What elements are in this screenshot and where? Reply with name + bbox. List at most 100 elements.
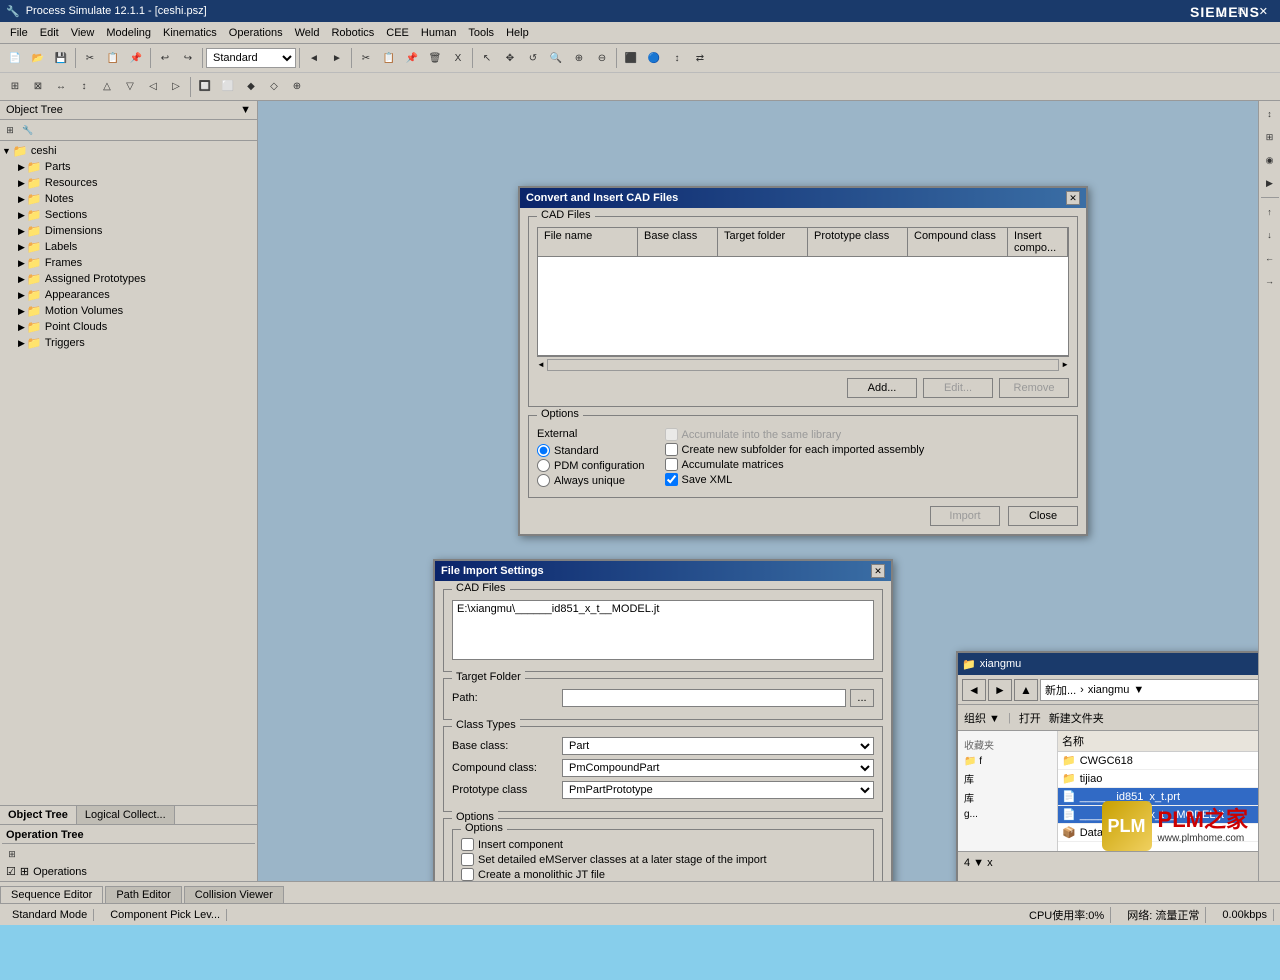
tree-item-notes[interactable]: ▶ 📁 Notes [2, 191, 255, 207]
tree-item-frames[interactable]: ▶ 📁 Frames [2, 255, 255, 271]
rtb-btn2[interactable]: ⊞ [1259, 126, 1280, 148]
radio-pdm[interactable]: PDM configuration [537, 459, 645, 472]
menu-cee[interactable]: CEE [380, 25, 415, 41]
fis-compound-select[interactable]: PmCompoundPart [562, 759, 874, 777]
op-tree-item-operations[interactable]: ☑ ⊞ Operations [2, 864, 255, 879]
menu-help[interactable]: Help [500, 25, 535, 41]
fb-new-folder-btn[interactable]: 新建文件夹 [1049, 710, 1104, 726]
tb-btn-a1[interactable]: ◄ [303, 47, 325, 69]
tb2-btn10[interactable]: ⬜ [217, 76, 239, 98]
rtb-btn1[interactable]: ↕ [1259, 103, 1280, 125]
menu-operations[interactable]: Operations [223, 25, 289, 41]
fb-breadcrumb-arrow[interactable]: ▼ [1133, 684, 1144, 696]
standard-dropdown[interactable]: Standard [206, 48, 296, 68]
tab-logical[interactable]: Logical Collect... [77, 806, 175, 824]
tb2-btn6[interactable]: ▽ [119, 76, 141, 98]
fb-open-btn[interactable]: 打开 [1019, 710, 1041, 726]
tb-zoom-in[interactable]: ⊕ [568, 47, 590, 69]
radio-standard[interactable]: Standard [537, 444, 645, 457]
tb-cut[interactable]: ✂ [79, 47, 101, 69]
tb-btn-b1[interactable]: ✂ [355, 47, 377, 69]
fb-forward-btn[interactable]: ► [988, 679, 1012, 701]
rtb-btn6[interactable]: ↓ [1259, 224, 1280, 246]
tree-item-resources[interactable]: ▶ 📁 Resources [2, 175, 255, 191]
chk-accumulate-matrices[interactable]: Accumulate matrices [665, 458, 925, 471]
tb-rotate[interactable]: ↺ [522, 47, 544, 69]
import-button[interactable]: Import [930, 506, 1000, 526]
rtb-btn8[interactable]: → [1259, 270, 1280, 292]
tb-btn-a2[interactable]: ► [326, 47, 348, 69]
triggers-expand[interactable]: ▶ [18, 338, 25, 349]
chk-new-subfolder[interactable]: Create new subfolder for each imported a… [665, 443, 925, 456]
tree-item-sections[interactable]: ▶ 📁 Sections [2, 207, 255, 223]
tb2-btn8[interactable]: ▷ [165, 76, 187, 98]
radio-unique-input[interactable] [537, 474, 550, 487]
proto-expand[interactable]: ▶ [18, 274, 25, 285]
tb2-btn4[interactable]: ↕ [73, 76, 95, 98]
menu-edit[interactable]: Edit [34, 25, 65, 41]
clouds-expand[interactable]: ▶ [18, 322, 25, 333]
tree-item-triggers[interactable]: ▶ 📁 Triggers [2, 335, 255, 351]
dim-expand[interactable]: ▶ [18, 226, 25, 237]
rtb-btn4[interactable]: ▶ [1259, 172, 1280, 194]
rtb-btn5[interactable]: ↑ [1259, 201, 1280, 223]
tb-btn-c2[interactable]: 🔵 [643, 47, 665, 69]
menu-kinematics[interactable]: Kinematics [157, 25, 223, 41]
tree-item-prototypes[interactable]: ▶ 📁 Assigned Prototypes [2, 271, 255, 287]
radio-standard-input[interactable] [537, 444, 550, 457]
tb-copy[interactable]: 📋 [102, 47, 124, 69]
fb-favorite-item-1[interactable]: 📁 f [962, 754, 1053, 769]
fb-organize-btn[interactable]: 组织 ▼ [964, 710, 1000, 726]
radio-pdm-input[interactable] [537, 459, 550, 472]
fis-base-class-select[interactable]: Part [562, 737, 874, 755]
tb-paste[interactable]: 📌 [125, 47, 147, 69]
fb-file-row-tijiao[interactable]: 📁 tijiao 2016/10/12 9:40 [1058, 770, 1258, 788]
tb-select[interactable]: ↖ [476, 47, 498, 69]
chk-save-xml[interactable]: Save XML [665, 473, 925, 486]
scroll-track[interactable] [547, 359, 1059, 371]
tb-btn-c3[interactable]: ↕ [666, 47, 688, 69]
root-expand[interactable]: ▼ [2, 146, 11, 156]
chk-accumulate-matrices-input[interactable] [665, 458, 678, 471]
tb2-btn9[interactable]: 🔲 [194, 76, 216, 98]
tb-btn-b2[interactable]: 📋 [378, 47, 400, 69]
chk-set-detailed-input[interactable] [461, 853, 474, 866]
tree-item-clouds[interactable]: ▶ 📁 Point Clouds [2, 319, 255, 335]
tb-btn-c1[interactable]: ⬛ [620, 47, 642, 69]
tb-btn-b5[interactable]: X [447, 47, 469, 69]
tb2-btn13[interactable]: ⊕ [286, 76, 308, 98]
tb-zoom[interactable]: 🔍 [545, 47, 567, 69]
appear-expand[interactable]: ▶ [18, 290, 25, 301]
tb2-btn12[interactable]: ◇ [263, 76, 285, 98]
tree-item-labels[interactable]: ▶ 📁 Labels [2, 239, 255, 255]
menu-robotics[interactable]: Robotics [325, 25, 380, 41]
edit-button[interactable]: Edit... [923, 378, 993, 398]
fb-back-btn[interactable]: ◄ [962, 679, 986, 701]
tb-undo[interactable]: ↩ [154, 47, 176, 69]
remove-button[interactable]: Remove [999, 378, 1069, 398]
tb-save[interactable]: 💾 [50, 47, 72, 69]
sections-expand[interactable]: ▶ [18, 210, 25, 221]
tb-btn-c4[interactable]: ⇄ [689, 47, 711, 69]
labels-expand[interactable]: ▶ [18, 242, 25, 253]
chk-insert-component-input[interactable] [461, 838, 474, 851]
tree-item-motion[interactable]: ▶ 📁 Motion Volumes [2, 303, 255, 319]
tab-path-editor[interactable]: Path Editor [105, 886, 181, 903]
scroll-left[interactable]: ◄ [537, 360, 545, 369]
chk-save-xml-input[interactable] [665, 473, 678, 486]
fb-file-row-cwgc618[interactable]: 📁 CWGC618 2016/10/11 17:17 [1058, 752, 1258, 770]
tb-zoom-out[interactable]: ⊖ [591, 47, 613, 69]
motion-expand[interactable]: ▶ [18, 306, 25, 317]
chk-accumulate-lib-input[interactable] [665, 428, 678, 441]
tree-item-appearances[interactable]: ▶ 📁 Appearances [2, 287, 255, 303]
tb2-btn7[interactable]: ◁ [142, 76, 164, 98]
menu-weld[interactable]: Weld [289, 25, 326, 41]
cad-table-scrollbar[interactable]: ◄ ► [537, 356, 1069, 372]
chk-accumulate-lib[interactable]: Accumulate into the same library [665, 428, 925, 441]
fb-up-btn[interactable]: ▲ [1014, 679, 1038, 701]
tb-btn-b4[interactable]: 🗑 [424, 47, 446, 69]
fis-prototype-select[interactable]: PmPartPrototype [562, 781, 874, 799]
menu-file[interactable]: File [4, 25, 34, 41]
tab-collision-viewer[interactable]: Collision Viewer [184, 886, 284, 903]
tb-new[interactable]: 📄 [4, 47, 26, 69]
